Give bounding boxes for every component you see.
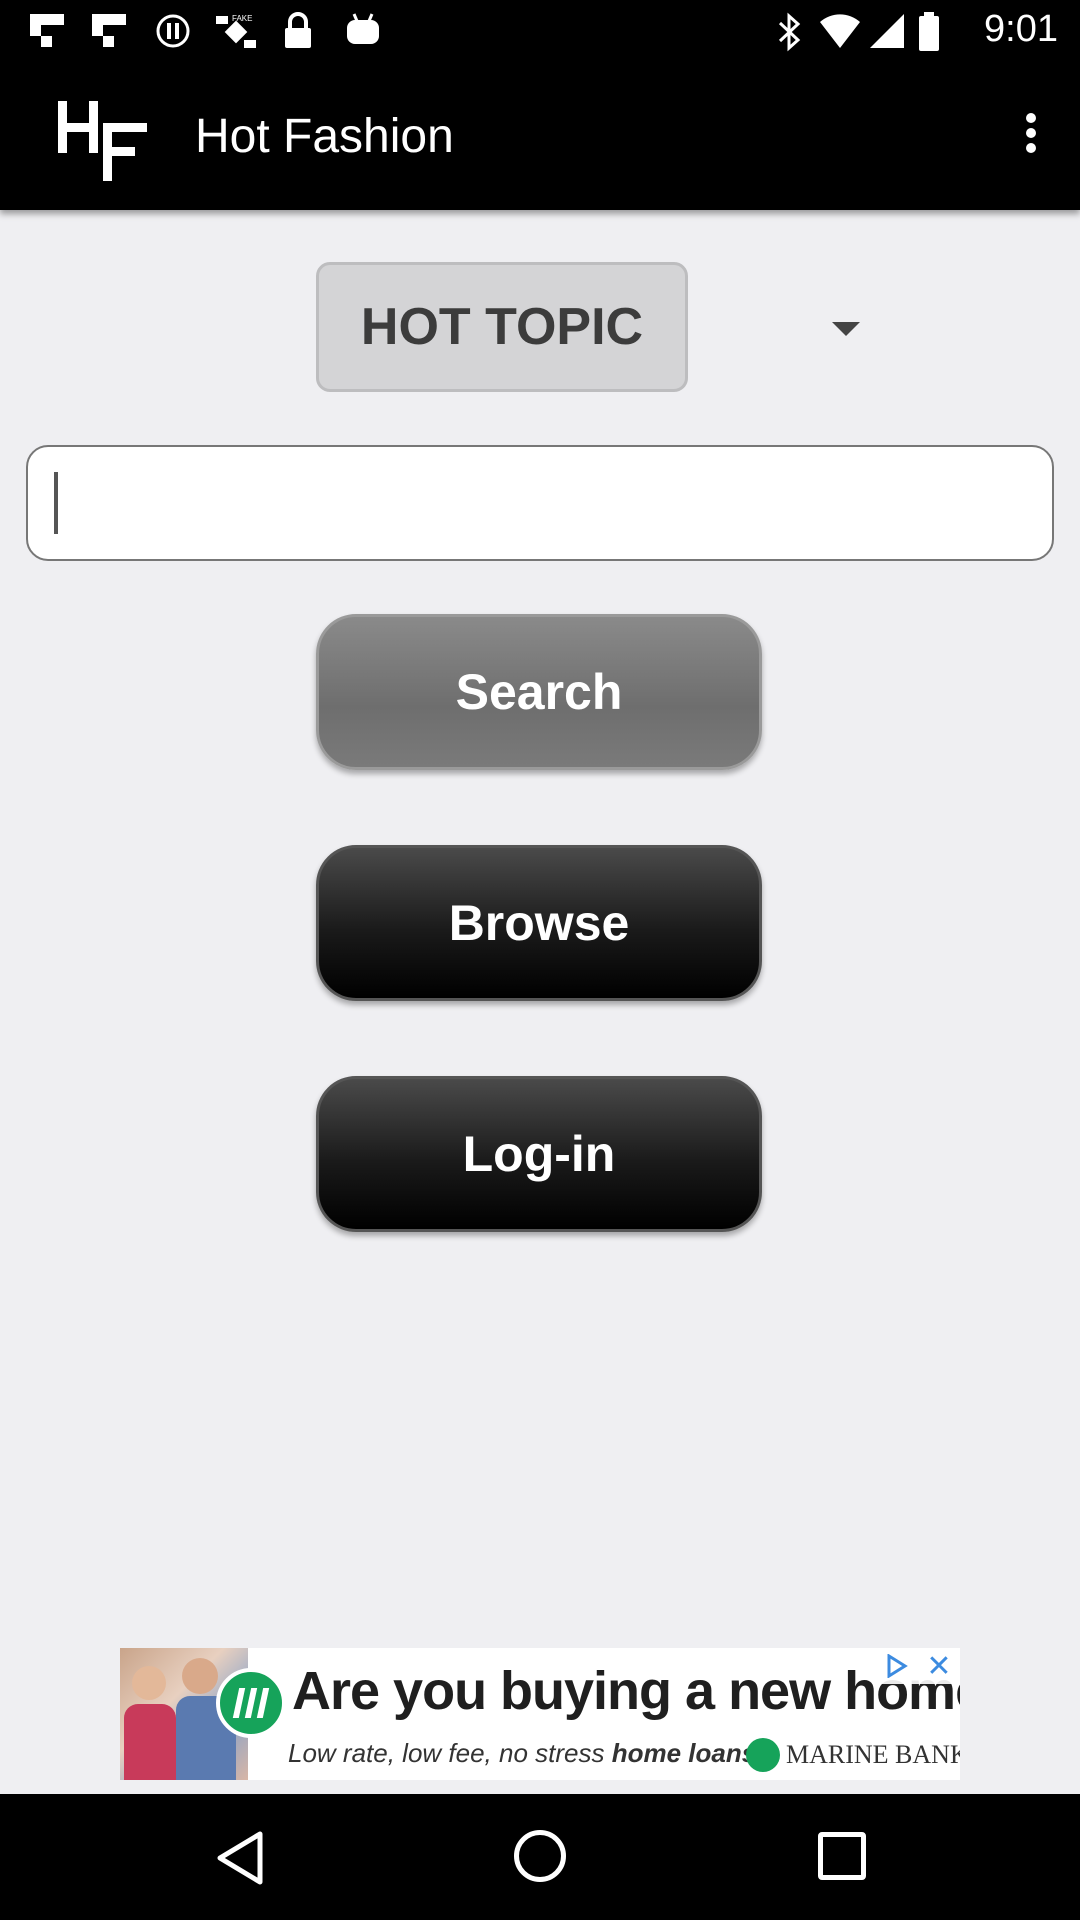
navigation-bar [0,1794,1080,1920]
flipboard-icon [30,14,64,47]
browse-button[interactable]: Browse [316,845,762,1001]
home-icon[interactable] [514,1830,566,1882]
ad-subline-text: Low rate, low fee, no stress [288,1738,612,1768]
app-bar: Hot Fashion [0,63,1080,210]
status-bar: FAKE 9:01 [0,0,1080,63]
topic-selected-label[interactable]: HOT TOPIC [316,262,688,392]
dropdown-arrow-icon[interactable] [832,322,860,336]
wifi-icon [820,14,860,48]
satellite-icon: FAKE [216,14,256,48]
battery-icon [919,12,939,51]
search-button[interactable]: Search [316,614,762,770]
back-icon[interactable] [214,1830,266,1886]
marine-bank-logo-icon [746,1738,780,1772]
ad-headline: Are you buying a new home? [292,1661,960,1721]
search-input[interactable] [28,447,1052,559]
recents-icon[interactable] [818,1832,866,1880]
text-cursor [54,472,58,534]
overflow-menu-icon[interactable] [1006,103,1056,163]
android-icon [347,13,379,44]
signal-icon [870,14,904,48]
status-time: 9:01 [984,8,1058,50]
ad-subline-bold: home loans [611,1738,757,1768]
circle-icon [156,14,190,48]
flipboard-icon [92,14,126,47]
ad-bank-icon [216,1668,286,1738]
svg-text:FAKE: FAKE [232,14,252,23]
ad-advertiser: MARINE BANK [786,1740,960,1769]
app-title: Hot Fashion [195,110,454,163]
bluetooth-icon [778,12,801,52]
topic-spinner[interactable]: HOT TOPIC [316,262,870,392]
lock-icon [285,12,311,48]
ad-subline: Low rate, low fee, no stress home loans [288,1738,756,1769]
login-button[interactable]: Log-in [316,1076,762,1232]
close-icon[interactable]: ✕ [918,1648,960,1684]
search-input-container[interactable] [26,445,1054,561]
ad-banner[interactable]: Are you buying a new home? Low rate, low… [120,1648,960,1780]
app-logo-icon [58,101,147,181]
ad-choices-icon[interactable] [876,1648,918,1684]
